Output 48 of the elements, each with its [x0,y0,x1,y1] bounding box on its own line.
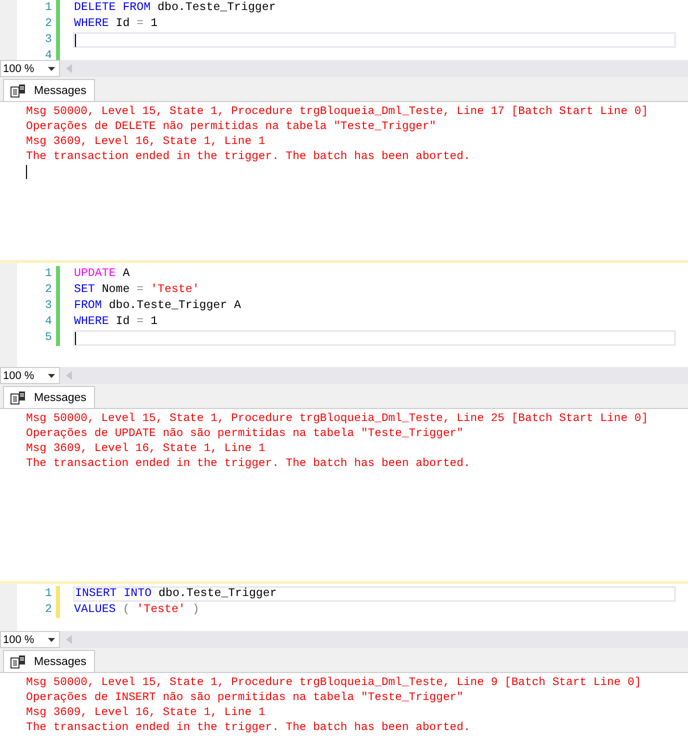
line-number: 1 [44,266,52,282]
scroll-left-icon[interactable] [66,635,72,644]
code-line: INSERT INTO dbo.Teste_Trigger [75,587,277,601]
error-message: The transaction ended in the trigger. The batch has been aborted. [26,721,472,736]
zoom-dropdown[interactable]: 100 % [0,367,60,384]
error-message: Operações de DELETE não permitidas na tabela "Teste_Trigger" [26,120,438,135]
line-number: 4 [44,48,52,60]
line-number: 1 [44,0,52,16]
code-line: WHERE Id = 1 [74,315,158,329]
error-message: The transaction ended in the trigger. The batch has been aborted. [26,457,472,472]
line-number: 2 [44,282,52,298]
error-message: Msg 50000, Level 15, State 1, Procedure trgBloqueia_Dml_Teste, Line 9 [Batch Start Line 0] [26,676,642,691]
text-cursor [75,332,76,344]
error-message: Msg 50000, Level 15, State 1, Procedure trgBloqueia_Dml_Teste, Line 17 [Batch Start Line 0] [26,105,650,120]
code-line: VALUES ( 'Teste' ) [74,603,200,617]
caret-icon [48,66,55,70]
scroll-left-icon[interactable] [66,64,72,73]
error-message: Msg 3609, Level 16, State 1, Line 1 [26,442,266,457]
messages-icon [10,654,26,668]
messages-tab[interactable]: Messages [3,386,96,408]
zoom-dropdown[interactable]: 100 % [0,60,60,77]
messages-icon [10,390,26,404]
line-number: 5 [44,330,52,346]
scroll-left-icon[interactable] [66,371,72,380]
line-number: 4 [44,314,52,330]
error-message: Operações de UPDATE não são permitidas na tabela "Teste_Trigger" [26,427,464,442]
text-cursor [75,34,76,46]
caret-icon [48,638,55,642]
line-number: 3 [44,32,52,48]
code-line: DELETE FROM dbo.Teste_Trigger [74,1,276,15]
error-message: Operações de INSERT não são permitidas na tabela "Teste_Trigger" [26,691,464,706]
caret-icon [48,374,55,378]
messages-icon [10,84,26,98]
code-line: SET Nome = 'Teste' [74,283,200,297]
messages-tab[interactable]: Messages [3,650,96,672]
line-number: 2 [44,16,52,32]
code-line: WHERE Id = 1 [74,17,158,31]
code-line: FROM dbo.Teste_Trigger A [74,299,242,313]
line-number: 1 [44,586,52,602]
messages-tab[interactable]: Messages [3,79,96,101]
error-message: Msg 50000, Level 15, State 1, Procedure trgBloqueia_Dml_Teste, Line 25 [Batch Start Line 0] [26,412,650,427]
error-message: Msg 3609, Level 16, State 1, Line 1 [26,706,266,721]
code-line: UPDATE A [74,267,130,281]
zoom-dropdown[interactable]: 100 % [0,631,60,648]
error-message: Msg 3609, Level 16, State 1, Line 1 [26,135,266,150]
line-number: 3 [44,298,52,314]
line-number: 2 [44,602,52,618]
error-message: The transaction ended in the trigger. The batch has been aborted. [26,150,472,165]
